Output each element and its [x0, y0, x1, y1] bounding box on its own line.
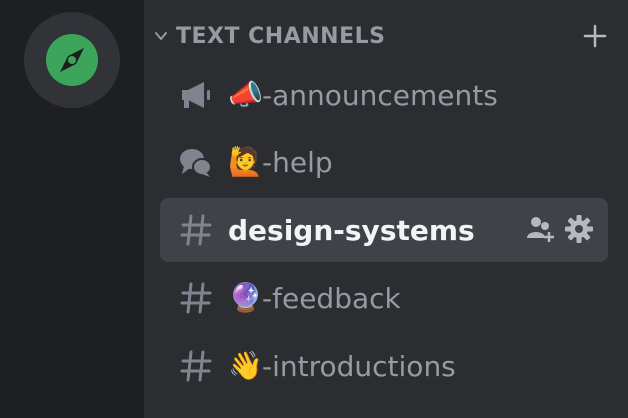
server-icon[interactable] — [24, 12, 120, 108]
add-channel-button[interactable] — [582, 23, 608, 49]
gear-icon[interactable] — [564, 214, 594, 248]
app-root: TEXT CHANNELS 📣 -announcements 🙋 -help d… — [0, 0, 628, 418]
channel-introductions[interactable]: 👋 -introductions — [160, 334, 608, 398]
channel-emoji: 🙋 — [228, 145, 263, 178]
hash-icon — [176, 278, 216, 318]
channel-name: -feedback — [262, 281, 401, 315]
chevron-down-icon — [152, 27, 170, 45]
speech-bubbles-icon — [176, 142, 216, 182]
compass-icon — [46, 34, 98, 86]
channel-name: -introductions — [262, 349, 456, 383]
channel-name: -announcements — [262, 78, 498, 112]
megaphone-icon — [176, 75, 216, 115]
category-text-channels[interactable]: TEXT CHANNELS — [152, 18, 618, 54]
channel-emoji: 🔮 — [228, 281, 263, 314]
channel-design-systems[interactable]: design-systems — [160, 198, 608, 262]
channel-name: design-systems — [228, 213, 475, 247]
channel-actions — [526, 214, 594, 248]
add-member-icon[interactable] — [526, 214, 556, 248]
channel-feedback[interactable]: 🔮 -feedback — [160, 266, 608, 330]
hash-icon — [176, 210, 216, 250]
channel-emoji: 👋 — [228, 349, 263, 382]
server-rail — [0, 0, 144, 418]
channel-name: -help — [262, 145, 333, 179]
channel-emoji: 📣 — [228, 78, 263, 111]
channel-announcements[interactable]: 📣 -announcements — [160, 63, 608, 127]
channel-help[interactable]: 🙋 -help — [160, 130, 608, 194]
category-label: TEXT CHANNELS — [176, 23, 386, 49]
hash-icon — [176, 346, 216, 386]
channel-list: TEXT CHANNELS 📣 -announcements 🙋 -help d… — [144, 0, 628, 418]
plus-icon — [583, 24, 607, 48]
